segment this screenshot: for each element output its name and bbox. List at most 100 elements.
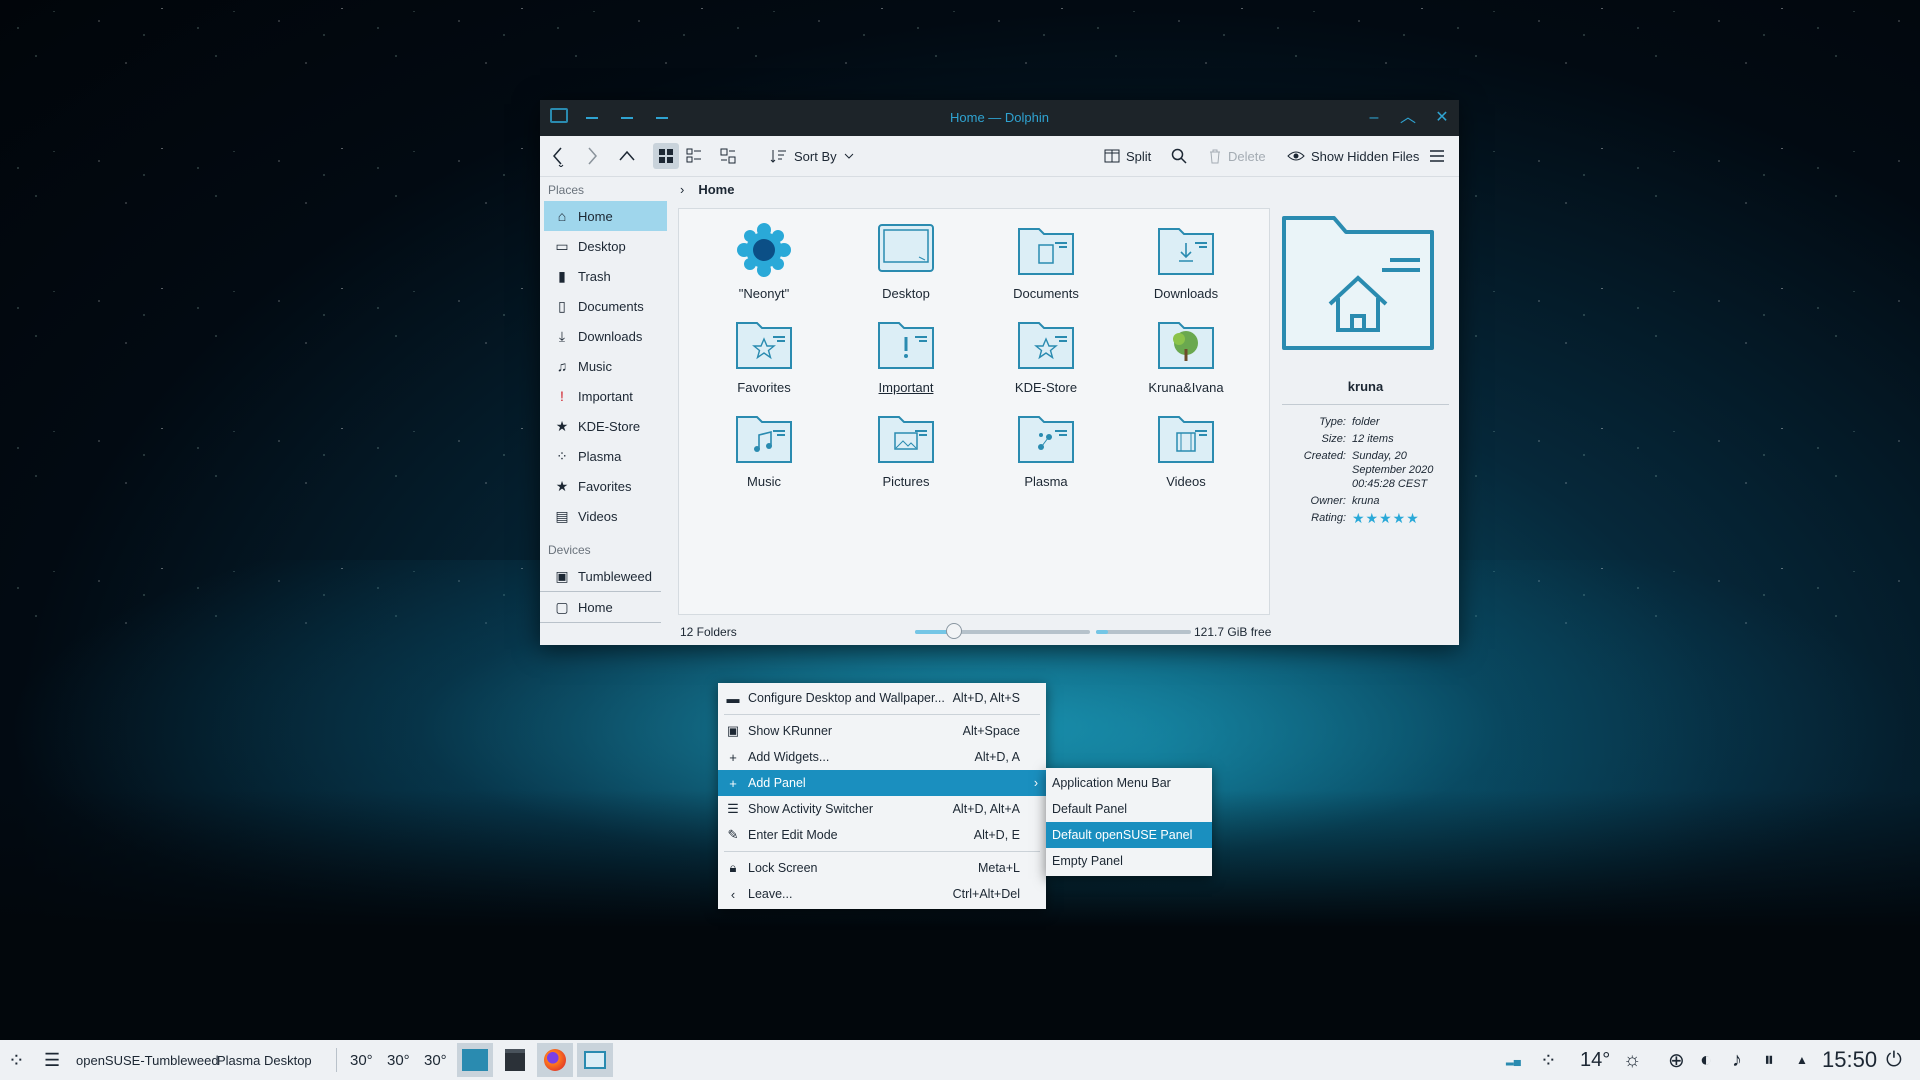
rating-stars[interactable]: ★★★★★ (1352, 511, 1453, 525)
application-launcher-button[interactable]: ⁘ (8, 1040, 25, 1080)
menu-item-show-krunner[interactable]: ▣ Show KRunner Alt+Space (718, 718, 1046, 744)
plasma-icon: ⁘ (556, 447, 568, 464)
menu-item-add-widgets[interactable]: + Add Widgets... Alt+D, A (718, 744, 1046, 770)
delete-button[interactable]: Delete (1208, 143, 1266, 169)
sidebar-item-label: Plasma (578, 448, 622, 464)
temperature-sensor[interactable]: 30° (350, 1040, 373, 1080)
home-folder-icon (1282, 216, 1434, 350)
file-item[interactable]: KDE-Store (991, 315, 1101, 395)
file-item[interactable]: Important (851, 315, 961, 395)
file-item[interactable]: Desktop (851, 221, 961, 301)
sidebar-item-trash[interactable]: ▮ Trash (540, 261, 671, 291)
media-pause-icon[interactable]: ⏸︎ (1764, 1040, 1774, 1080)
file-item[interactable]: Documents (991, 221, 1101, 301)
minimize-button[interactable]: – (1362, 106, 1386, 130)
activity-label[interactable]: Plasma Desktop (217, 1040, 312, 1080)
search-button[interactable] (1170, 143, 1188, 169)
info-size-key: Size: (1321, 433, 1346, 445)
icons-view-button[interactable] (653, 143, 679, 169)
system-tray-expand-icon[interactable]: ▲ (1796, 1040, 1808, 1080)
sort-by-button[interactable]: Sort By (770, 143, 855, 169)
submenu-item-default-opensuse-panel[interactable]: Default openSUSE Panel (1046, 822, 1212, 848)
split-button[interactable]: Split (1104, 143, 1151, 169)
file-label: Kruna&Ivana (1148, 380, 1224, 395)
sidebar-item-videos[interactable]: ▤ Videos (540, 501, 671, 531)
sidebar-item-plasma[interactable]: ⁘ Plasma (540, 441, 671, 471)
file-label: Plasma (1024, 474, 1068, 489)
menu-item-edit-mode[interactable]: ✎ Enter Edit Mode Alt+D, E (718, 822, 1046, 848)
menu-item-shortcut: Alt+D, Alt+A (952, 802, 1020, 816)
file-item[interactable]: Music (709, 409, 819, 489)
file-item[interactable]: Pictures (851, 409, 961, 489)
file-item[interactable]: Favorites (709, 315, 819, 395)
submenu-item-application-menu-bar[interactable]: Application Menu Bar (1046, 770, 1212, 796)
sidebar-item-desktop[interactable]: ▭ Desktop (540, 231, 671, 261)
compact-view-button[interactable] (685, 143, 703, 169)
temperature-sensor[interactable]: 30° (387, 1040, 410, 1080)
weather-widget[interactable]: 14° (1580, 1040, 1610, 1080)
info-created-value: Sunday, 20 September 2020 00:45:28 CEST (1352, 450, 1434, 490)
sidebar-item-label: Desktop (578, 238, 626, 254)
show-hidden-files-button[interactable]: Show Hidden Files (1287, 143, 1419, 169)
network-activity-icon[interactable]: ▂▄ (1506, 1040, 1521, 1080)
menu-item-lock-screen[interactable]: 🔒︎ Lock Screen Meta+L (718, 855, 1046, 881)
file-item[interactable]: Plasma (991, 409, 1101, 489)
star-icon: ★ (555, 477, 569, 494)
file-label: Downloads (1153, 286, 1219, 301)
file-item[interactable]: "Neonyt" (709, 221, 819, 301)
up-button[interactable] (618, 143, 636, 169)
breadcrumb-home[interactable]: Home (698, 182, 734, 197)
file-item[interactable]: Downloads (1131, 221, 1241, 301)
file-view[interactable]: "Neonyt" Desktop Documents Downloads Fav… (678, 208, 1270, 615)
plasma-widget-button[interactable]: ⁘ (1540, 1040, 1557, 1080)
submenu-item-empty-panel[interactable]: Empty Panel (1046, 848, 1212, 874)
forward-button[interactable] (584, 143, 600, 169)
menu-item-shortcut: Ctrl+Alt+Del (952, 887, 1020, 901)
pager-desktop[interactable] (457, 1043, 493, 1077)
sidebar-item-home[interactable]: ⌂ Home (544, 201, 667, 231)
chevron-right-icon[interactable]: › (680, 182, 684, 197)
sidebar-item-important[interactable]: ! Important (540, 381, 671, 411)
menu-button[interactable] (1428, 143, 1446, 169)
sidebar-item-documents[interactable]: ▯ Documents (540, 291, 671, 321)
temperature-sensor[interactable]: 30° (424, 1040, 447, 1080)
notifications-bell-icon[interactable]: ♪ (1732, 1040, 1742, 1080)
sidebar-item-downloads[interactable]: ⤓ Downloads (540, 321, 671, 351)
file-item[interactable]: Videos (1131, 409, 1241, 489)
taskbar-dolphin[interactable] (577, 1043, 613, 1077)
close-button[interactable]: ✕ (1430, 106, 1454, 130)
menu-item-configure-desktop[interactable]: ▬ Configure Desktop and Wallpaper... Alt+D… (718, 685, 1046, 711)
taskbar-terminal[interactable] (497, 1043, 533, 1077)
file-label: Favorites (737, 380, 791, 395)
title-bar[interactable]: Home — Dolphin – ︿ ✕ (540, 100, 1459, 136)
back-button[interactable] (550, 143, 566, 169)
info-rating-key: Rating: (1311, 512, 1346, 524)
sidebar-item-tumbleweed[interactable]: ▣ Tumbleweed (540, 561, 661, 592)
up-icon (619, 150, 635, 161)
update-icon[interactable]: ⊕ (1668, 1040, 1685, 1080)
split-label: Split (1126, 148, 1152, 164)
menu-item-add-panel[interactable]: + Add Panel › (718, 770, 1046, 796)
sidebar-item-music[interactable]: ♫ Music (540, 351, 671, 381)
sidebar-item-kde-store[interactable]: ★ KDE-Store (540, 411, 671, 441)
tree-image-folder-icon (1158, 322, 1214, 369)
places-panel: Places ⌂ Home ▭ Desktop ▮ Trash ▯ Documents … (540, 177, 671, 623)
details-view-button[interactable] (719, 143, 737, 169)
menu-item-activity-switcher[interactable]: ☰ Show Activity Switcher Alt+D, Alt+A (718, 796, 1046, 822)
submenu-item-default-panel[interactable]: Default Panel (1046, 796, 1212, 822)
zoom-slider-handle[interactable] (945, 623, 962, 639)
maximize-button[interactable]: ︿ (1396, 106, 1420, 130)
power-icon[interactable]: ⏻ (1886, 1040, 1902, 1080)
file-item[interactable]: Kruna&Ivana (1131, 315, 1241, 395)
menu-item-leave[interactable]: ‹ Leave... Ctrl+Alt+Del (718, 881, 1046, 907)
clock[interactable]: 15:50 (1822, 1040, 1877, 1080)
info-owner-value: kruna (1352, 495, 1380, 507)
sun-icon[interactable]: ☼ (1623, 1040, 1641, 1080)
info-type-value: folder (1352, 416, 1380, 428)
activity-switcher-button[interactable]: ☰ (44, 1040, 60, 1080)
zoom-slider[interactable] (915, 623, 1090, 639)
taskbar-firefox[interactable] (537, 1043, 573, 1077)
eye-icon (1287, 151, 1305, 161)
volume-icon[interactable]: ◐ (1700, 1040, 1712, 1080)
sidebar-item-favorites[interactable]: ★ Favorites (540, 471, 671, 501)
